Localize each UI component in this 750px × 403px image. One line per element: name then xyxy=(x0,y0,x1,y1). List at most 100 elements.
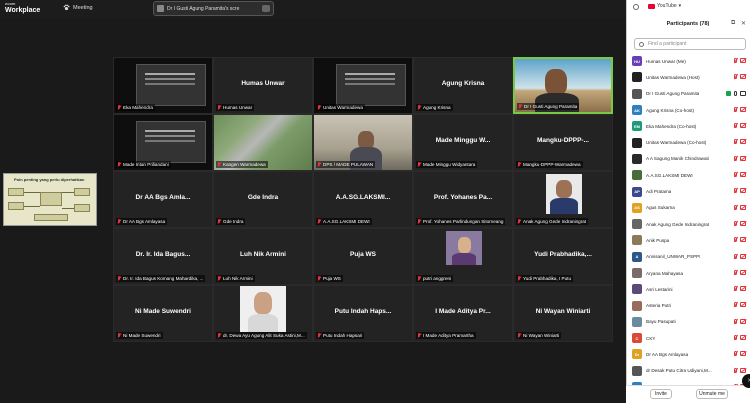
participant-row[interactable]: AP Adi Pratama xyxy=(632,183,746,199)
participant-status-icons xyxy=(734,335,746,341)
participant-name: Unitas Warmadewa (Co-host) xyxy=(646,140,707,146)
screen-share-label: Dr I Gusti Agung Paramita's scre xyxy=(167,5,240,12)
participant-row[interactable]: A.A.SG.LAKSMI DEWI xyxy=(632,167,746,183)
participant-display-name: I Made Aditya Pr... xyxy=(435,308,491,315)
video-feed-backdrop xyxy=(136,64,206,106)
video-tile[interactable]: dr. Dewa Ayu Agung Alit Suka Astini,M... xyxy=(213,285,313,342)
video-tile[interactable]: Unitas Warmadewa xyxy=(313,57,413,114)
participant-name-label: Luh Nik Armini xyxy=(216,275,255,282)
participant-label-text: Agung Krisna xyxy=(423,105,451,110)
video-off-icon xyxy=(740,58,746,63)
participant-row[interactable]: C CKY xyxy=(632,330,746,346)
participant-row[interactable]: A A Sagung Manik Chindrawati xyxy=(632,151,746,167)
slide-connector xyxy=(62,192,74,193)
shared-screen-thumbnail[interactable]: Poin penting yang perlu diperhatikan xyxy=(3,173,97,226)
participant-display-name: Dr AA Bgs Amla... xyxy=(135,194,191,201)
search-placeholder: Find a participant xyxy=(648,41,687,47)
participant-row[interactable]: Asteria Putri xyxy=(632,297,746,313)
participant-name-label: Prof. Yohanes Parlindungan Sitorneang xyxy=(416,218,506,225)
participant-row[interactable]: AS Agus Sukarna xyxy=(632,200,746,216)
participant-row[interactable]: HU Humas Unwar (Me) xyxy=(632,53,746,69)
participant-row[interactable]: A Annisanil_UNWAR_PSPPI xyxy=(632,249,746,265)
scroll-right-icon[interactable]: › xyxy=(742,374,750,388)
participant-search-input[interactable]: Find a participant xyxy=(634,38,746,50)
participant-name-label: A.A.SG.LAKSMI DEWI xyxy=(316,218,372,225)
sharing-badge-icon xyxy=(726,90,731,96)
video-tile[interactable]: DPS / MADE PULAWAN xyxy=(313,114,413,171)
video-tile[interactable]: putri anggreni xyxy=(413,228,513,285)
video-tile[interactable]: Ni Wayan Winiarti Ni Wayan Winiarti xyxy=(513,285,613,342)
participant-name-label: Anak Agung Gede Indraningrat xyxy=(516,218,589,225)
participant-name: Humas Unwar (Me) xyxy=(646,58,686,64)
participant-row[interactable]: Anik Puspa xyxy=(632,232,746,248)
video-on-icon xyxy=(740,90,746,96)
video-tile[interactable]: Kangen Warmadewa xyxy=(213,114,313,171)
participant-name-label: Made Minggu Widyantara xyxy=(416,161,478,168)
participant-name: A A Sagung Manik Chindrawati xyxy=(646,156,709,162)
mic-muted-icon xyxy=(734,318,737,324)
mic-muted-icon xyxy=(734,106,737,112)
video-tile[interactable]: Dr AA Bgs Amla... Dr AA Bgs Amlayasa xyxy=(113,171,213,228)
participant-row[interactable]: AK Agung Krisna (Co-host) xyxy=(632,102,746,118)
video-tile[interactable]: Putu Indah Haps... Putu Indah Hapsari xyxy=(313,285,413,342)
avatar xyxy=(632,170,642,181)
screen-share-icon xyxy=(157,5,164,12)
video-tile[interactable]: I Made Aditya Pr... I Made Aditya Pramart… xyxy=(413,285,513,342)
participant-status-icons xyxy=(734,302,746,308)
video-tile[interactable]: Made Minggu W... Made Minggu Widyantara xyxy=(413,114,513,171)
video-tile[interactable]: Made Intan Priliandani xyxy=(113,114,213,171)
youtube-live-button[interactable]: YouTube ▾ xyxy=(648,3,681,9)
participant-row[interactable]: Aryana Mahayasa xyxy=(632,265,746,281)
video-tile[interactable]: Anak Agung Gede Indraningrat xyxy=(513,171,613,228)
participant-name-label: Gde Indra xyxy=(216,218,246,225)
participant-name-label: Ni Wayan Winiarti xyxy=(516,332,562,339)
participant-row[interactable]: Unitas Warmadewa (Host) xyxy=(632,69,746,85)
participant-row[interactable]: Bayu Pasupati xyxy=(632,314,746,330)
invite-button[interactable]: Invite xyxy=(650,389,672,399)
video-tile[interactable]: Agung Krisna Agung Krisna xyxy=(413,57,513,114)
video-tile[interactable]: A.A.SG.LAKSMI... A.A.SG.LAKSMI DEWI xyxy=(313,171,413,228)
participant-status-icons xyxy=(734,269,746,275)
video-tile[interactable]: Puja WS Puja WS xyxy=(313,228,413,285)
participant-row[interactable]: Anak Agung Gede Indraningrat xyxy=(632,216,746,232)
participant-name-label: Made Intan Priliandani xyxy=(116,161,171,168)
video-tile[interactable]: Yudi Prabhadika,... Yudi Prabhadika, I Pu… xyxy=(513,228,613,285)
video-tile[interactable]: Ni Made Suwendri Ni Made Suwendri xyxy=(113,285,213,342)
popout-icon[interactable]: ⧉ xyxy=(731,20,735,27)
mic-muted-icon xyxy=(517,333,521,338)
participant-row[interactable]: EM Eka Mahendra (Co-host) xyxy=(632,118,746,134)
close-icon[interactable]: ✕ xyxy=(741,20,746,27)
avatar xyxy=(632,316,642,327)
screen-share-indicator[interactable]: Dr I Gusti Agung Paramita's scre xyxy=(153,1,274,16)
expand-icon[interactable] xyxy=(262,5,270,12)
participant-display-name: Gde Indra xyxy=(247,194,279,201)
slide-connector xyxy=(24,192,40,193)
meeting-tab[interactable]: Meeting xyxy=(63,4,93,11)
avatar: AS xyxy=(632,202,642,213)
participant-name: Dr I Gusti Agung Paramita xyxy=(646,91,700,97)
mic-muted-icon xyxy=(317,333,321,338)
participant-row[interactable]: dr Desak Putu Citra Udiyani,M... xyxy=(632,363,746,379)
participant-name: Annisanil_UNWAR_PSPPI xyxy=(646,254,701,260)
video-tile[interactable]: Luh Nik Armini Luh Nik Armini xyxy=(213,228,313,285)
mic-muted-icon xyxy=(734,204,737,210)
participant-row[interactable]: Asri Lestarini xyxy=(632,281,746,297)
record-icon[interactable] xyxy=(633,4,639,10)
participant-row[interactable]: Dr Dr AA Bgs Amlayasa xyxy=(632,346,746,362)
video-tile[interactable]: Gde Indra Gde Indra xyxy=(213,171,313,228)
mic-muted-icon xyxy=(734,237,737,243)
participant-row[interactable]: Dr I Gusti Agung Paramita xyxy=(632,86,746,102)
video-tile[interactable]: Dr I Gusti Agung Paramita xyxy=(513,57,613,114)
unmute-me-button[interactable]: Unmute me xyxy=(696,389,728,399)
mic-muted-icon xyxy=(117,105,121,110)
profile-photo xyxy=(446,231,482,265)
video-tile[interactable]: Prof. Yohanes Pa... Prof. Yohanes Parlind… xyxy=(413,171,513,228)
participant-name: Anik Puspa xyxy=(646,237,670,243)
participant-name-label: Dr. Ir. Ida Bagus Komang Mahardika, ... xyxy=(116,275,206,282)
video-tile[interactable]: Humas Unwar Humas Unwar xyxy=(213,57,313,114)
participant-row[interactable]: Unitas Warmadewa (Co-host) xyxy=(632,134,746,150)
video-tile[interactable]: Eka Mahendra xyxy=(113,57,213,114)
video-tile[interactable]: Dr. Ir. Ida Bagus... Dr. Ir. Ida Bagus Ko… xyxy=(113,228,213,285)
video-tile[interactable]: Mangku-DPPP-... Mangku-DPPP-Warmadewa xyxy=(513,114,613,171)
participant-name-label: Putu Indah Hapsari xyxy=(316,332,365,339)
